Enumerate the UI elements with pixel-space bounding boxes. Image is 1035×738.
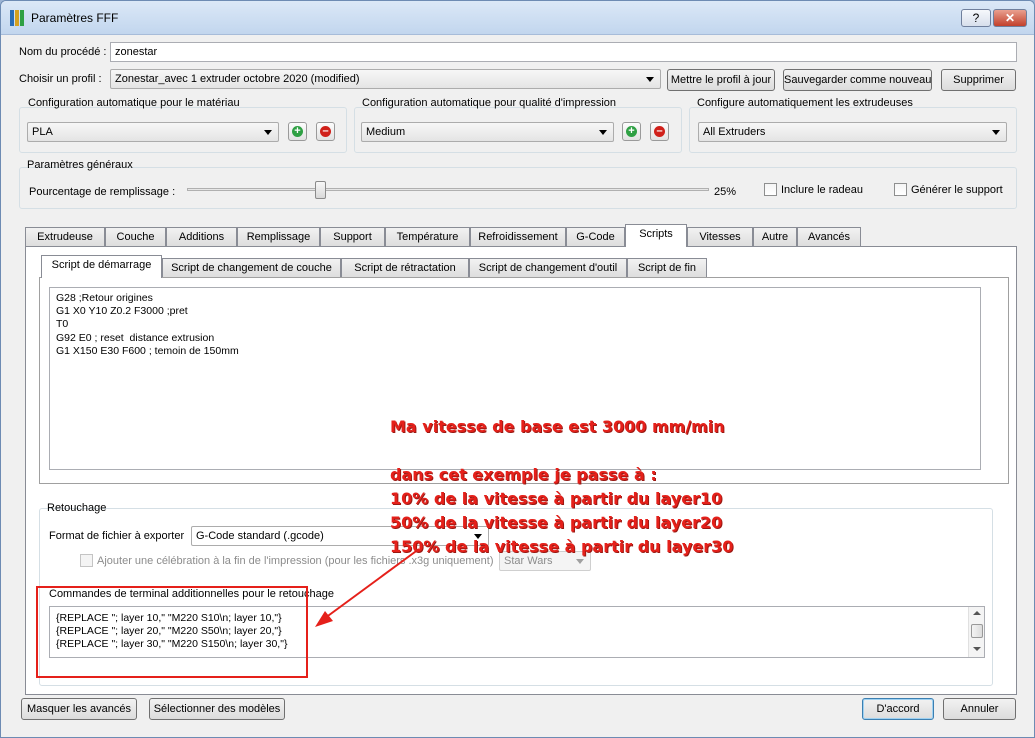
remove-material-button[interactable]: – (316, 122, 335, 141)
chevron-down-icon (992, 130, 1000, 135)
annotation-line-5: 150% de la vitesse à partir du layer30 (390, 537, 734, 556)
material-select[interactable]: PLA (27, 122, 279, 142)
script-line: G28 ;Retour origines (56, 292, 153, 304)
extruders-select-value: All Extruders (703, 126, 766, 138)
material-select-value: PLA (32, 126, 53, 138)
annotation-line-3: 10% de la vitesse à partir du layer10 (390, 489, 723, 508)
profile-label: Choisir un profil : (19, 73, 102, 85)
close-button[interactable]: ✕ (993, 9, 1027, 27)
chevron-down-icon (264, 130, 272, 135)
export-format-label: Format de fichier à exporter (49, 530, 185, 542)
start-script-editor[interactable]: G28 ;Retour origines G1 X0 Y10 Z0.2 F3000… (49, 287, 981, 470)
process-name-field[interactable]: zonestar (110, 42, 1017, 62)
app-icon (10, 10, 24, 26)
celebration-select-value: Star Wars (504, 555, 553, 567)
infill-slider[interactable] (187, 181, 709, 199)
subtab-0[interactable]: Script de démarrage (41, 255, 162, 278)
highlight-box (36, 586, 308, 678)
tab-extrudeuse[interactable]: Extrudeuse (25, 227, 105, 247)
script-line: T0 (56, 318, 69, 331)
infill-slider-handle[interactable] (315, 181, 326, 199)
subtab-3[interactable]: Script de changement d'outil (469, 258, 627, 278)
tab-couche[interactable]: Couche (105, 227, 166, 247)
tab-scripts[interactable]: Scripts (625, 224, 687, 247)
chevron-down-icon (599, 130, 607, 135)
material-group-title: Configuration automatique pour le matéri… (28, 97, 240, 109)
infill-slider-track (187, 188, 709, 191)
script-line: G1 X0 Y10 Z0.2 F3000 ;pret (56, 305, 188, 318)
scroll-up-icon[interactable] (973, 611, 981, 615)
plus-icon: + (292, 126, 303, 137)
annotation-line-1: Ma vitesse de base est 3000 mm/min (390, 417, 725, 436)
remove-quality-button[interactable]: – (650, 122, 669, 141)
scroll-thumb[interactable] (971, 624, 983, 638)
title-bar: Paramètres FFF ? ✕ (1, 1, 1034, 35)
tab-remplissage[interactable]: Remplissage (237, 227, 320, 247)
tab-vitesses[interactable]: Vitesses (687, 227, 753, 247)
tab-temp-rature[interactable]: Température (385, 227, 470, 247)
cancel-button[interactable]: Annuler (943, 698, 1016, 720)
script-line: G1 X150 E30 F600 ; temoin de 150mm (56, 344, 239, 357)
delete-profile-button[interactable]: Supprimer (941, 69, 1016, 91)
tab-autre[interactable]: Autre (753, 227, 797, 247)
support-checkbox[interactable] (894, 183, 907, 196)
process-name-label: Nom du procédé : (19, 46, 107, 58)
celebration-checkbox[interactable] (80, 554, 93, 567)
add-material-button[interactable]: + (288, 122, 307, 141)
export-format-value: G-Code standard (.gcode) (196, 530, 324, 542)
retouch-group-title: Retouchage (47, 502, 107, 514)
celebration-label: Ajouter une célébration à la fin de l'im… (97, 555, 494, 567)
tab-additions[interactable]: Additions (166, 227, 237, 247)
support-label: Générer le support (911, 184, 1003, 196)
plus-icon: + (626, 126, 637, 137)
subtab-4[interactable]: Script de fin (627, 258, 707, 278)
update-profile-button[interactable]: Mettre le profil à jour (667, 69, 775, 91)
tab-support[interactable]: Support (320, 227, 385, 247)
profile-select-value: Zonestar_avec 1 extruder octobre 2020 (m… (115, 73, 360, 85)
ok-button[interactable]: D'accord (862, 698, 934, 720)
raft-checkbox[interactable] (764, 183, 777, 196)
script-line: G92 E0 ; reset distance extrusion (56, 331, 215, 344)
subtab-2[interactable]: Script de rétractation (341, 258, 469, 278)
chevron-down-icon (646, 77, 654, 82)
tab-g-code[interactable]: G-Code (566, 227, 625, 247)
infill-label: Pourcentage de remplissage : (29, 186, 176, 198)
chevron-down-icon (576, 559, 584, 564)
save-as-new-button[interactable]: Sauvegarder comme nouveau (783, 69, 932, 91)
quality-group-title: Configuration automatique pour qualité d… (362, 97, 617, 109)
tab-avanc-s[interactable]: Avancés (797, 227, 861, 247)
annotation-line-2: dans cet exemple je passe à : (390, 465, 657, 484)
hide-advanced-button[interactable]: Masquer les avancés (21, 698, 137, 720)
help-button[interactable]: ? (961, 9, 991, 27)
profile-select[interactable]: Zonestar_avec 1 extruder octobre 2020 (m… (110, 69, 661, 89)
general-group-title: Paramètres généraux (27, 159, 133, 171)
dialog-content: Nom du procédé : zonestar Choisir un pro… (7, 35, 1030, 733)
minus-icon: – (654, 126, 665, 137)
extruders-group-title: Configure automatiquement les extrudeuse… (697, 97, 913, 109)
annotation-line-4: 50% de la vitesse à partir du layer20 (390, 513, 723, 532)
select-models-button[interactable]: Sélectionner des modèles (149, 698, 285, 720)
window-title: Paramètres FFF (31, 11, 119, 25)
quality-select-value: Medium (366, 126, 406, 138)
settings-window: Paramètres FFF ? ✕ Nom du procédé : zone… (0, 0, 1035, 738)
infill-value: 25% (714, 186, 737, 198)
annotation-arrow (315, 548, 420, 627)
minus-icon: – (320, 126, 331, 137)
raft-label: Inclure le radeau (781, 184, 863, 196)
extruders-select[interactable]: All Extruders (698, 122, 1007, 142)
quality-select[interactable]: Medium (361, 122, 614, 142)
start-script-lines: G28 ;Retour origines G1 X0 Y10 Z0.2 F3000… (56, 292, 974, 358)
tab-refroidissement[interactable]: Refroidissement (470, 227, 566, 247)
scroll-down-icon[interactable] (973, 647, 981, 651)
add-quality-button[interactable]: + (622, 122, 641, 141)
subtab-1[interactable]: Script de changement de couche (162, 258, 341, 278)
commands-scrollbar[interactable] (968, 607, 984, 657)
